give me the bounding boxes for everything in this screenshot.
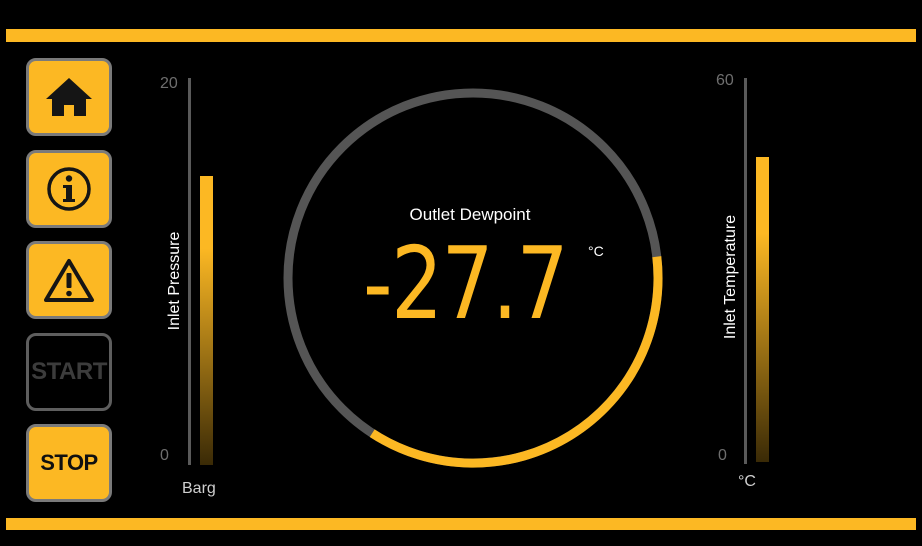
inlet-temperature-min: 0 <box>718 447 727 464</box>
inlet-pressure-min: 0 <box>160 447 169 464</box>
start-button[interactable]: START <box>26 333 112 411</box>
inlet-pressure-max: 20 <box>160 75 178 92</box>
alarm-button[interactable] <box>26 241 112 319</box>
inlet-pressure-bar <box>200 176 213 465</box>
inlet-pressure-track <box>188 78 191 465</box>
inlet-pressure-unit: Barg <box>182 480 216 497</box>
inlet-pressure-label: Inlet Pressure <box>166 231 183 331</box>
start-button-label: START <box>31 358 107 385</box>
info-button[interactable] <box>26 150 112 228</box>
inlet-temperature-label: Inlet Temperature <box>722 214 739 340</box>
stop-button[interactable]: STOP <box>26 424 112 502</box>
warning-icon <box>44 259 94 302</box>
stop-button-label: STOP <box>40 450 98 475</box>
dewpoint-unit: °C <box>588 243 604 259</box>
inlet-temperature-unit: °C <box>738 473 756 490</box>
dewpoint-title: Outlet Dewpoint <box>409 205 531 224</box>
inlet-temperature-max: 60 <box>716 72 734 89</box>
home-button[interactable] <box>26 58 112 136</box>
bottom-accent-bar <box>6 518 916 530</box>
inlet-temperature-bar <box>756 157 769 462</box>
dewpoint-value: -27.7 <box>363 225 569 342</box>
info-icon <box>47 167 91 211</box>
top-accent-bar <box>6 29 916 42</box>
home-icon <box>46 78 92 116</box>
inlet-temperature-track <box>744 78 747 464</box>
